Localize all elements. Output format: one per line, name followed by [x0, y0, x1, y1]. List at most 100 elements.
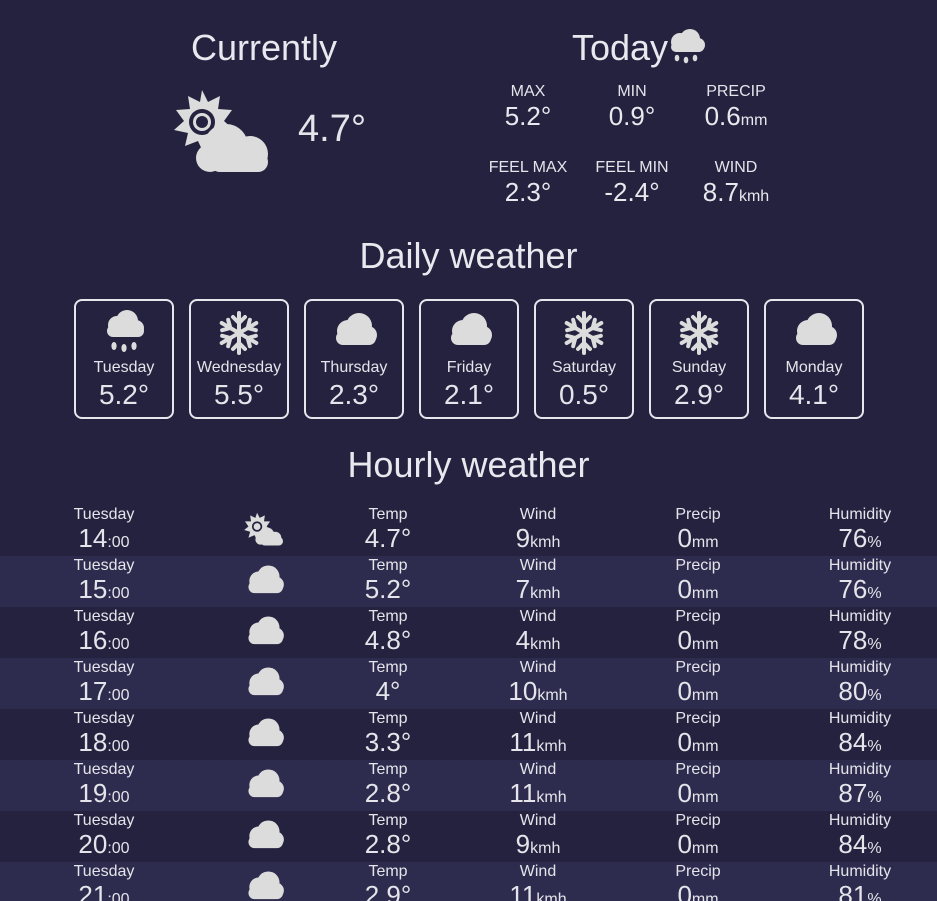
wind-value: 11 — [509, 778, 537, 808]
hour-temp: Temp 2.9° — [328, 862, 448, 901]
cloud-icon — [248, 718, 284, 747]
humidity-label: Humidity — [828, 812, 892, 829]
hour-time: Tuesday 20:00 — [44, 811, 164, 863]
wind-unit: kmh — [536, 789, 567, 806]
today-min-label: MIN — [617, 83, 647, 100]
hour-value: 15 — [78, 574, 108, 604]
today-wind-number: 8.7 — [702, 177, 739, 207]
hour-wind: Wind 11kmh — [478, 709, 598, 761]
hour-wind: Wind 4kmh — [478, 607, 598, 659]
today-max-label: MAX — [510, 83, 546, 100]
today-feel-max-label: FEEL MAX — [488, 159, 568, 176]
hour-value: 19 — [78, 778, 108, 808]
precip-label: Precip — [675, 608, 721, 625]
hour-day-name: Tuesday — [73, 812, 135, 829]
temp-value: 4° — [375, 676, 401, 706]
hour-value: 16 — [78, 625, 108, 655]
hour-precip: Precip 0mm — [638, 862, 758, 901]
day-card: Wednesday 5.5° — [189, 299, 289, 419]
today-wind-label: WIND — [714, 159, 758, 176]
today-feel-min-label: FEEL MIN — [595, 159, 669, 176]
sun-cloud-icon — [174, 90, 268, 172]
hour-value: 14 — [78, 523, 108, 553]
hour-humidity: Humidity 84% — [800, 709, 920, 761]
precip-value: 0 — [677, 523, 692, 553]
temp-value: 2.8° — [364, 778, 412, 808]
temp-value: 3.3° — [364, 727, 412, 757]
precip-unit: mm — [691, 636, 719, 653]
day-name: Thursday — [320, 359, 388, 376]
humidity-value: 84 — [838, 727, 868, 757]
cloud-icon — [248, 769, 284, 798]
temp-label: Temp — [368, 608, 408, 625]
day-name: Friday — [446, 359, 492, 376]
hour-time: Tuesday 16:00 — [44, 607, 164, 659]
humidity-value: 78 — [838, 625, 868, 655]
today-precip-unit: mm — [740, 112, 768, 129]
hour-temp: Temp 4.8° — [328, 607, 448, 654]
precip-unit: mm — [691, 738, 719, 755]
hourly-row: Tuesday 16:00 Temp 4.8° Wind 4kmh Precip 0mm Hum… — [0, 607, 937, 658]
precip-value: 0 — [677, 880, 692, 901]
temp-value: 2.8° — [364, 829, 412, 859]
day-temperature: 0.5° — [558, 379, 610, 410]
hourly-row: Tuesday 18:00 Temp 3.3° Wind 11kmh Precip 0mm Hu… — [0, 709, 937, 760]
hour-temp: Temp 5.2° — [328, 556, 448, 603]
cloud-icon — [248, 871, 284, 900]
wind-label: Wind — [519, 608, 557, 625]
hour-day-name: Tuesday — [73, 863, 135, 880]
hour-time: Tuesday 18:00 — [44, 709, 164, 761]
hour-temp: Temp 2.8° — [328, 760, 448, 807]
wind-unit: kmh — [530, 636, 561, 653]
hour-wind: Wind 11kmh — [478, 862, 598, 901]
humidity-unit: % — [867, 636, 882, 653]
currently-title: Currently — [190, 27, 338, 68]
hour-precip: Precip 0mm — [638, 760, 758, 812]
sun-cloud-icon — [244, 512, 283, 546]
hour-wind: Wind 7kmh — [478, 556, 598, 608]
wind-unit: kmh — [530, 585, 561, 602]
wind-value: 11 — [509, 880, 537, 901]
hour-humidity: Humidity 76% — [800, 505, 920, 557]
humidity-unit: % — [867, 891, 882, 901]
temp-value: 4.8° — [364, 625, 412, 655]
current-temperature: 4.7° — [298, 108, 367, 150]
day-card: Tuesday 5.2° — [74, 299, 174, 419]
hour-humidity: Humidity 78% — [800, 607, 920, 659]
hour-time: Tuesday 17:00 — [44, 658, 164, 710]
cloud-icon — [248, 820, 284, 849]
temp-label: Temp — [368, 710, 408, 727]
today-min-value: 0.9° — [608, 101, 656, 131]
day-temperature: 5.2° — [98, 379, 150, 410]
today-feel-min-value: -2.4° — [604, 177, 660, 207]
hour-humidity: Humidity 80% — [800, 658, 920, 710]
hour-minutes: :00 — [107, 534, 130, 551]
wind-unit: kmh — [536, 891, 567, 901]
hour-time: Tuesday 15:00 — [44, 556, 164, 608]
wind-label: Wind — [519, 761, 557, 778]
today-precip-number: 0.6 — [704, 101, 741, 131]
snowflake-icon — [564, 311, 604, 355]
hour-value: 21 — [78, 880, 108, 901]
hour-time: Tuesday 14:00 — [44, 505, 164, 557]
day-temperature: 5.5° — [213, 379, 265, 410]
day-card: Thursday 2.3° — [304, 299, 404, 419]
cloud-icon — [451, 313, 492, 345]
day-name: Tuesday — [93, 359, 155, 376]
temp-label: Temp — [368, 863, 408, 880]
hour-minutes: :00 — [107, 840, 130, 857]
cloud-icon — [248, 616, 284, 645]
hour-time: Tuesday 21:00 — [44, 862, 164, 901]
temp-label: Temp — [368, 506, 408, 523]
today-precip: PRECIP 0.6mm — [691, 83, 781, 136]
wind-label: Wind — [519, 863, 557, 880]
hour-humidity: Humidity 87% — [800, 760, 920, 812]
today-wind: WIND 8.7kmh — [691, 159, 781, 212]
hour-time: Tuesday 19:00 — [44, 760, 164, 812]
precip-label: Precip — [675, 863, 721, 880]
humidity-label: Humidity — [828, 557, 892, 574]
wind-label: Wind — [519, 506, 557, 523]
cloud-icon — [336, 313, 377, 345]
hour-minutes: :00 — [107, 585, 130, 602]
hour-precip: Precip 0mm — [638, 556, 758, 608]
